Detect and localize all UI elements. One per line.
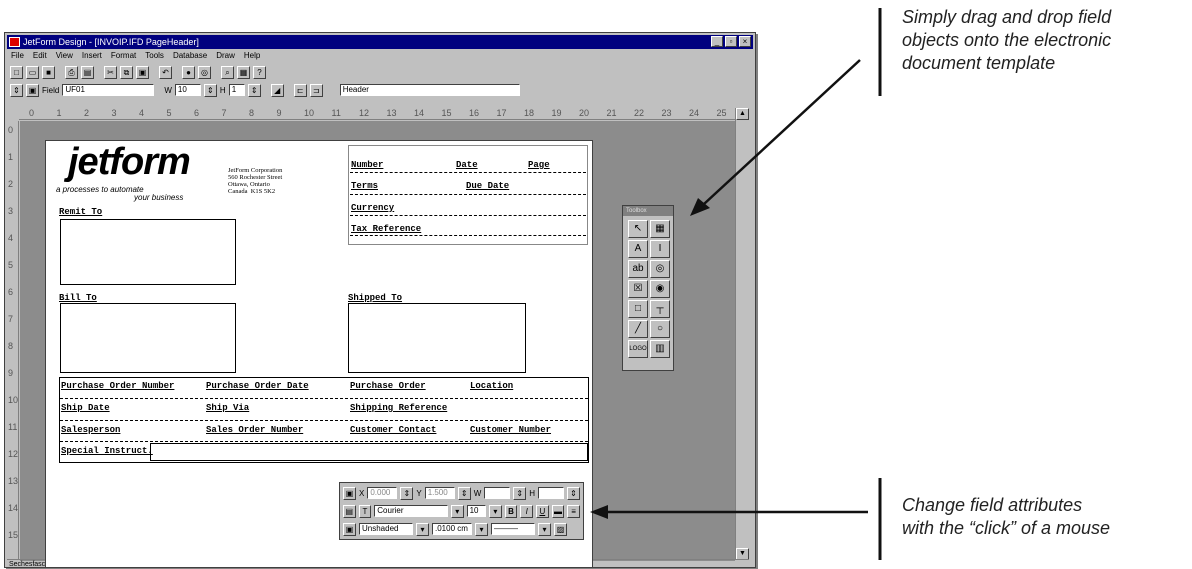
callout-field-attributes: Change field attributes with the “click”… (902, 494, 1110, 540)
callout-top-line-2: objects onto the electronic (902, 30, 1112, 50)
callout-drag-drop: Simply drag and drop field objects onto … (902, 6, 1111, 75)
callout-top-line-3: document template (902, 53, 1056, 73)
screenshot-stage: JetForm Design - [INVOIP.IFD PageHeader]… (0, 0, 1192, 569)
bottom-arrow-head (590, 505, 608, 519)
callout-bottom-line-2: with the “click” of a mouse (902, 518, 1111, 538)
top-callout-arrow (703, 59, 861, 205)
callout-top-line-1: Simply drag and drop field (902, 7, 1112, 27)
callout-arrows (590, 8, 882, 560)
callout-bottom-line-1: Change field attributes (902, 495, 1083, 515)
